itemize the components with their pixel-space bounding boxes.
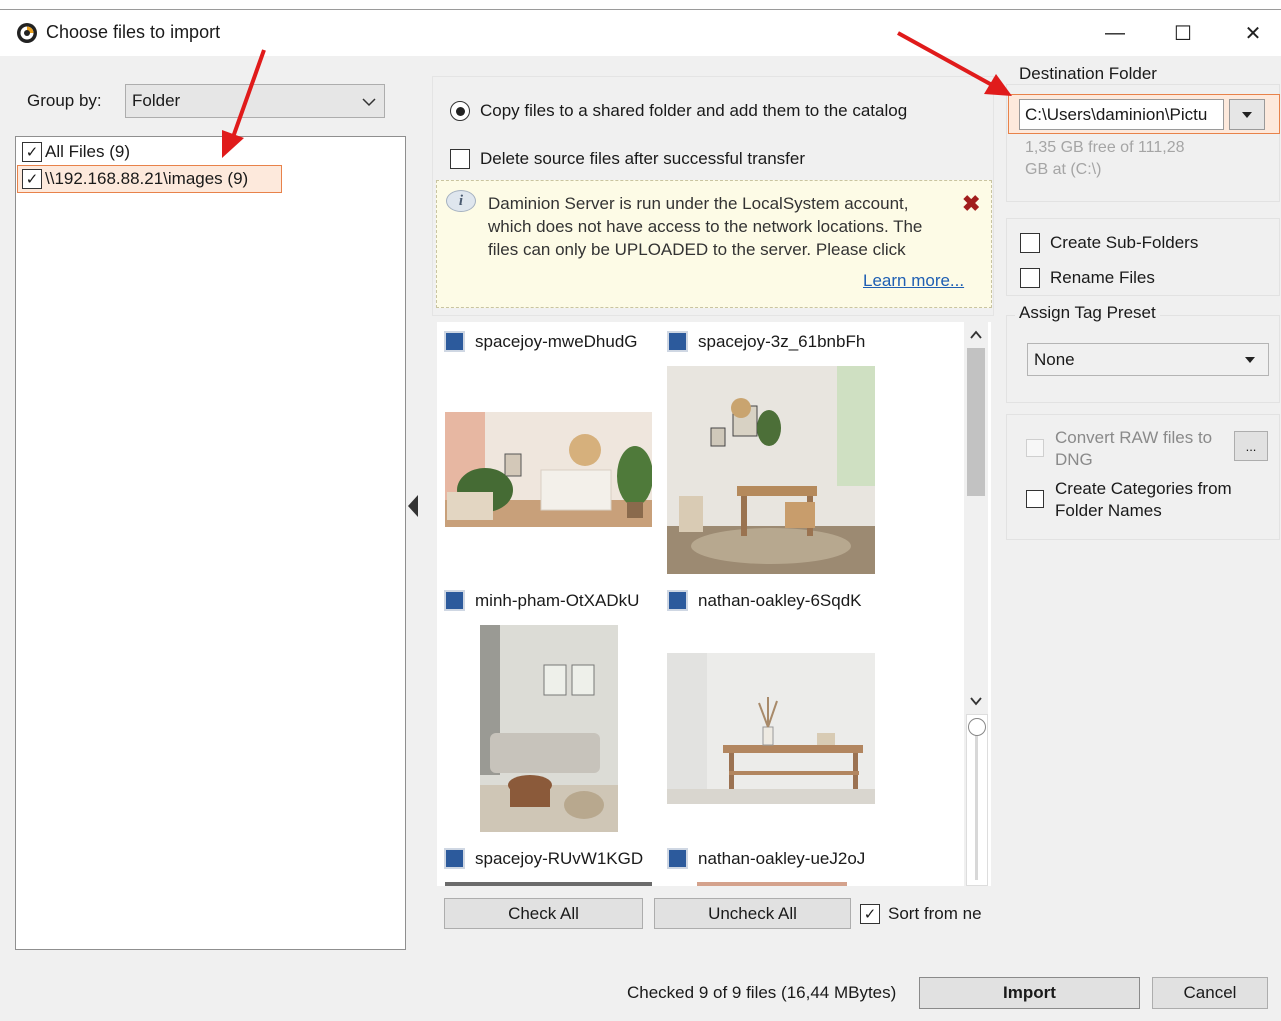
thumbnail-item[interactable]: spacejoy-mweDhudG	[444, 331, 638, 352]
categories-checkbox[interactable]	[1026, 490, 1044, 508]
image-checkbox-icon[interactable]	[444, 848, 465, 869]
minimize-icon: —	[1105, 21, 1125, 44]
zoom-slider-line	[975, 730, 978, 880]
thumbnail-item[interactable]: spacejoy-3z_61bnbFh	[667, 331, 865, 352]
tree-item-label: \\192.168.88.21\images (9)	[45, 169, 249, 188]
image-checkbox-icon[interactable]	[667, 590, 688, 611]
image-checkbox-icon[interactable]	[444, 590, 465, 611]
thumbnail-name: spacejoy-3z_61bnbFh	[698, 331, 866, 351]
sort-checkbox[interactable]: ✓	[860, 904, 880, 924]
window-title: Choose files to import	[46, 22, 221, 42]
cancel-button[interactable]: Cancel	[1152, 977, 1268, 1009]
create-sub-folders-option[interactable]: Create Sub-Folders	[1020, 233, 1198, 253]
maximize-button[interactable]: ☐	[1160, 16, 1206, 50]
copy-files-label: Copy files to a shared folder and add th…	[480, 101, 908, 120]
destination-path-input[interactable]: C:\Users\daminion\Pictu	[1019, 99, 1224, 130]
delete-source-label: Delete source files after successful tra…	[480, 149, 806, 168]
thumbnail-item[interactable]: nathan-oakley-ueJ2oJ	[667, 848, 865, 869]
thumbnail-name: nathan-oakley-6SqdK	[698, 590, 862, 610]
thumbnail-name: spacejoy-RUvW1KGD	[475, 848, 644, 868]
dropdown-arrow-icon	[1242, 111, 1252, 118]
zoom-slider-handle[interactable]	[968, 718, 986, 736]
tag-preset-value: None	[1034, 349, 1075, 369]
warning-text: Daminion Server is run under the LocalSy…	[488, 194, 923, 259]
copy-files-option[interactable]: Copy files to a shared folder and add th…	[450, 101, 907, 121]
close-icon: ✕	[1244, 22, 1262, 45]
image-checkbox-icon[interactable]	[444, 331, 465, 352]
rename-files-option[interactable]: Rename Files	[1020, 268, 1155, 288]
thumbnail-image[interactable]	[667, 653, 875, 804]
scroll-up-icon[interactable]	[969, 330, 983, 340]
free-space-text: 1,35 GB free of 111,28 GB at (C:\)	[1025, 139, 1185, 178]
thumbnail-item[interactable]: spacejoy-RUvW1KGD	[444, 848, 643, 869]
convert-raw-label: Convert RAW files to DNG	[1055, 428, 1213, 469]
tree-item-all-files[interactable]: ✓ All Files (9)	[22, 142, 130, 162]
close-button[interactable]: ✕	[1230, 16, 1276, 50]
convert-raw-checkbox[interactable]	[1026, 439, 1044, 457]
thumbnail-name: minh-pham-OtXADkU	[475, 590, 640, 610]
thumbnail-image-partial	[445, 882, 652, 886]
info-icon: i	[446, 190, 476, 212]
chevron-down-icon	[362, 98, 376, 107]
group-by-label: Group by:	[27, 91, 102, 110]
delete-source-option[interactable]: Delete source files after successful tra…	[450, 149, 805, 169]
thumbnail-name: nathan-oakley-ueJ2oJ	[698, 848, 866, 868]
import-button[interactable]: Import	[919, 977, 1140, 1009]
tag-preset-select[interactable]: None	[1027, 343, 1269, 376]
tree-item-network-folder[interactable]: ✓ \\192.168.88.21\images (9)	[17, 165, 282, 193]
thumbnail-image[interactable]	[480, 625, 618, 832]
daminion-app-icon	[16, 22, 38, 44]
sub-folders-checkbox[interactable]	[1020, 233, 1040, 253]
minimize-button[interactable]: —	[1092, 16, 1138, 50]
check-all-button[interactable]: Check All	[444, 898, 643, 929]
tag-preset-heading: Assign Tag Preset	[1015, 303, 1160, 323]
collapse-left-icon[interactable]	[406, 494, 420, 518]
scrollbar-thumb[interactable]	[967, 348, 985, 496]
destination-heading: Destination Folder	[1015, 64, 1161, 84]
network-folder-checkbox[interactable]: ✓	[22, 169, 42, 189]
dropdown-arrow-icon	[1245, 357, 1255, 363]
convert-settings-button[interactable]: ...	[1234, 431, 1268, 461]
group-by-select[interactable]: Folder	[125, 84, 385, 118]
group-by-value: Folder	[132, 91, 181, 110]
copy-files-radio[interactable]	[450, 101, 470, 121]
rename-checkbox[interactable]	[1020, 268, 1040, 288]
delete-source-checkbox[interactable]	[450, 149, 470, 169]
thumbnail-image[interactable]	[445, 412, 652, 527]
learn-more-link[interactable]: Learn more...	[863, 271, 964, 291]
dismiss-warning-icon[interactable]: ✖	[962, 191, 980, 217]
uncheck-all-button[interactable]: Uncheck All	[654, 898, 851, 929]
thumbnail-item[interactable]: nathan-oakley-6SqdK	[667, 590, 862, 611]
thumbnail-image[interactable]	[667, 366, 875, 574]
scroll-down-icon[interactable]	[969, 696, 983, 706]
sub-folders-label: Create Sub-Folders	[1050, 233, 1199, 252]
image-checkbox-icon[interactable]	[667, 848, 688, 869]
tree-item-label: All Files (9)	[45, 142, 131, 161]
sort-newest-option[interactable]: ✓ Sort from ne	[860, 904, 990, 924]
rename-label: Rename Files	[1050, 268, 1155, 287]
thumbnail-name: spacejoy-mweDhudG	[475, 331, 638, 351]
categories-label: Create Categories from Folder Names	[1055, 479, 1232, 520]
image-checkbox-icon[interactable]	[667, 331, 688, 352]
maximize-icon: ☐	[1174, 22, 1192, 45]
thumbnail-image-partial	[697, 882, 847, 886]
folder-tree	[15, 136, 406, 950]
destination-dropdown-button[interactable]	[1229, 99, 1265, 130]
sort-label: Sort from ne	[888, 904, 982, 923]
status-text: Checked 9 of 9 files (16,44 MBytes)	[627, 983, 897, 1002]
all-files-checkbox[interactable]: ✓	[22, 142, 42, 162]
thumbnail-item[interactable]: minh-pham-OtXADkU	[444, 590, 639, 611]
